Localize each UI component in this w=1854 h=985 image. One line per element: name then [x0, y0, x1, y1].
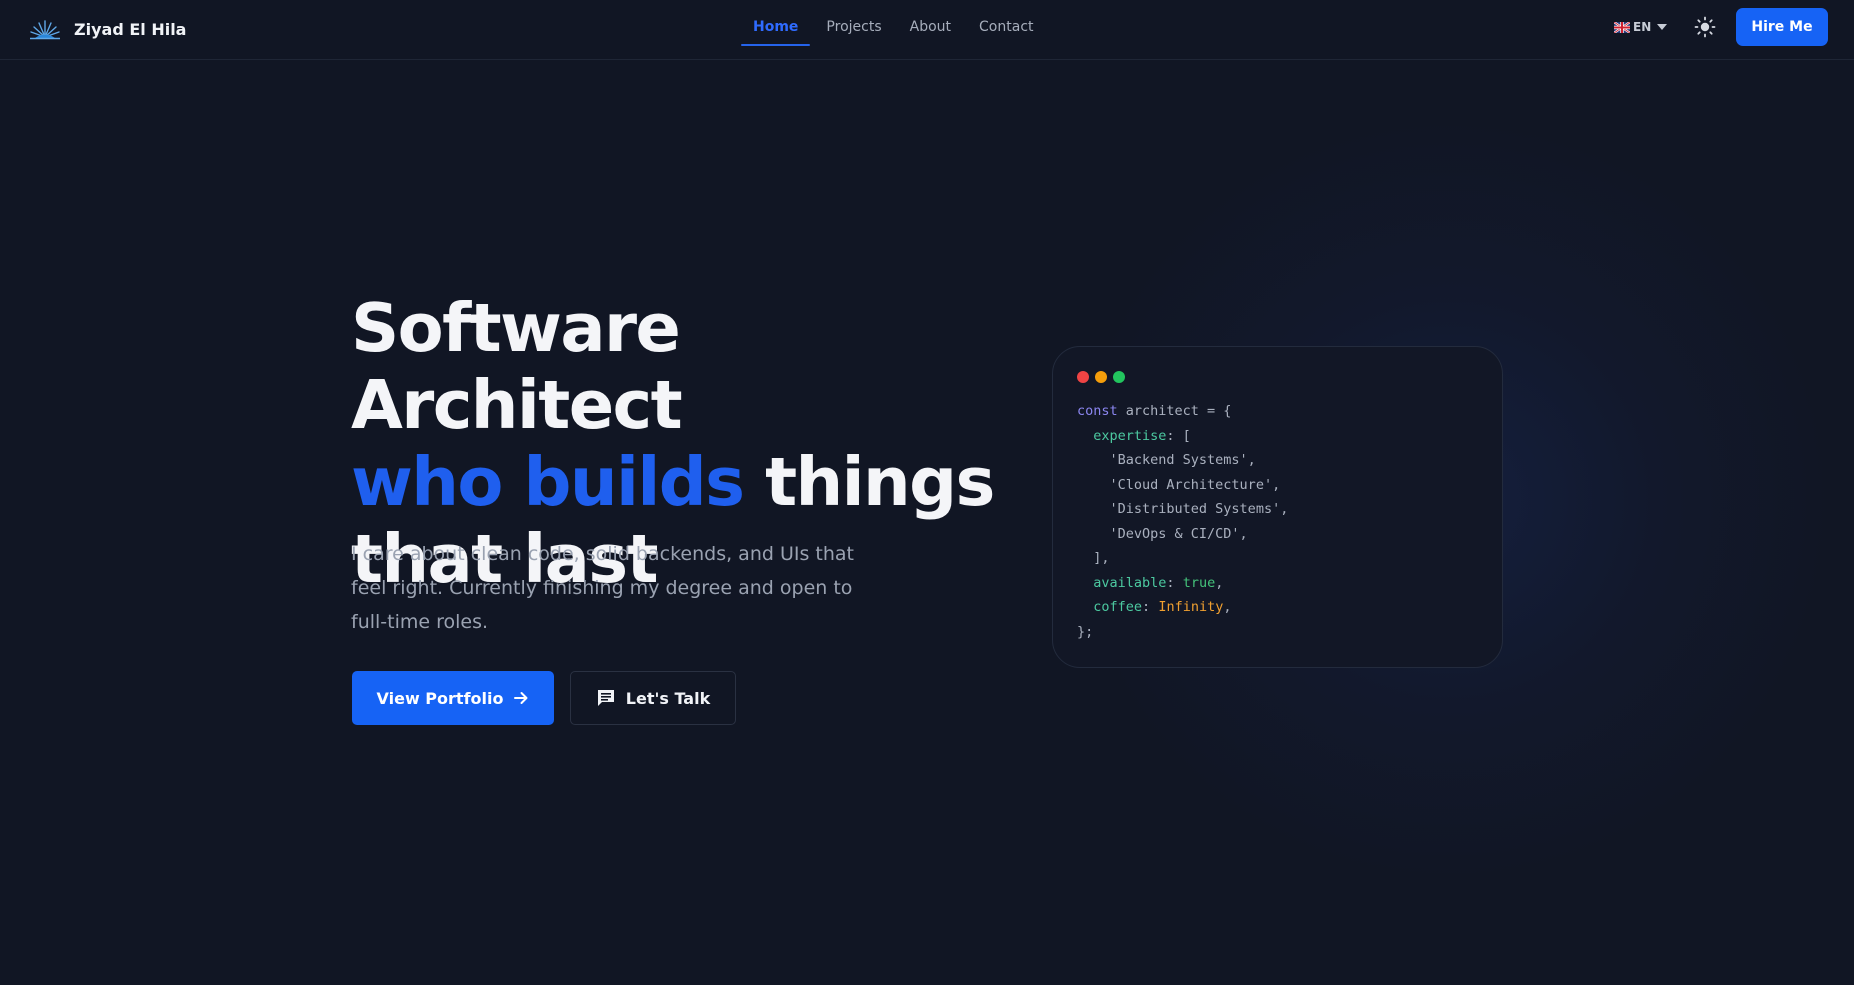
code-punct: }; [1077, 623, 1094, 640]
code-keyword: const [1077, 403, 1118, 419]
code-key-expertise: expertise [1093, 427, 1167, 444]
code-line: coffee: Infinity, [1093, 599, 1232, 615]
code-snippet: const architect = { expertise: [ 'Backen… [1077, 399, 1288, 644]
code-line: expertise: [ [1077, 424, 1288, 449]
brand-name: Ziyad El Hila [74, 19, 187, 39]
hero-title-accent: who builds [351, 443, 745, 521]
yellow-dot-icon [1095, 371, 1107, 383]
code-line: available: true, [1093, 574, 1224, 591]
nav-link-projects[interactable]: Projects [814, 0, 893, 46]
code-line: ], [1077, 546, 1288, 571]
lets-talk-label: Let's Talk [625, 688, 711, 708]
main-nav: Home Projects About Contact [741, 0, 1050, 46]
code-punct: : [ [1166, 427, 1191, 444]
hero-title-line2: things [743, 443, 995, 521]
window-dots [1077, 371, 1131, 383]
code-line: 'Distributed Systems', [1077, 497, 1289, 522]
code-line: 'Cloud Architecture', [1077, 473, 1288, 498]
hero-subtitle: I care about clean code, solid backends,… [351, 543, 854, 633]
red-dot-icon [1077, 371, 1089, 383]
code-string: 'Cloud Architecture', [1109, 476, 1281, 493]
view-portfolio-button[interactable]: View Portfolio [352, 671, 554, 725]
code-key-available: available [1093, 574, 1167, 591]
code-line: 'Backend Systems', [1077, 448, 1288, 473]
code-line: 'DevOps & CI/CD', [1077, 522, 1288, 547]
sun-icon [1694, 16, 1716, 38]
code-punct: ], [1093, 550, 1110, 566]
chevron-down-icon [1657, 24, 1668, 30]
nav-link-contact[interactable]: Contact [967, 0, 1045, 46]
green-dot-icon [1113, 371, 1125, 383]
nav-link-home[interactable]: Home [741, 0, 811, 46]
language-selector[interactable]: EN [1614, 17, 1668, 37]
logo-icon [30, 20, 60, 40]
code-value-coffee: Infinity [1158, 599, 1224, 615]
arrow-right-icon [514, 692, 528, 704]
code-line: }; [1077, 620, 1288, 645]
code-card: const architect = { expertise: [ 'Backen… [1052, 346, 1503, 668]
lets-talk-button[interactable]: Let's Talk [570, 671, 736, 725]
code-string: 'Backend Systems', [1109, 452, 1256, 468]
language-code: EN [1633, 20, 1652, 34]
brand[interactable]: Ziyad El Hila [28, 14, 186, 44]
chat-icon [597, 690, 614, 706]
code-string: 'Distributed Systems', [1109, 501, 1289, 517]
code-line: const architect = { [1077, 399, 1288, 424]
code-value-available: true [1182, 574, 1216, 591]
top-navbar: Ziyad El Hila Home Projects About Contac… [0, 0, 1854, 60]
code-key-coffee: coffee [1093, 599, 1143, 615]
theme-toggle[interactable] [1694, 16, 1716, 38]
hero-title-line1: Software Architect [351, 289, 683, 444]
view-portfolio-label: View Portfolio [376, 688, 504, 708]
nav-link-about[interactable]: About [898, 0, 963, 46]
uk-flag-icon [1614, 21, 1630, 33]
hire-me-button[interactable]: Hire Me [1736, 8, 1828, 46]
code-identifier: architect = { [1117, 403, 1232, 419]
code-string: 'DevOps & CI/CD', [1109, 525, 1248, 542]
